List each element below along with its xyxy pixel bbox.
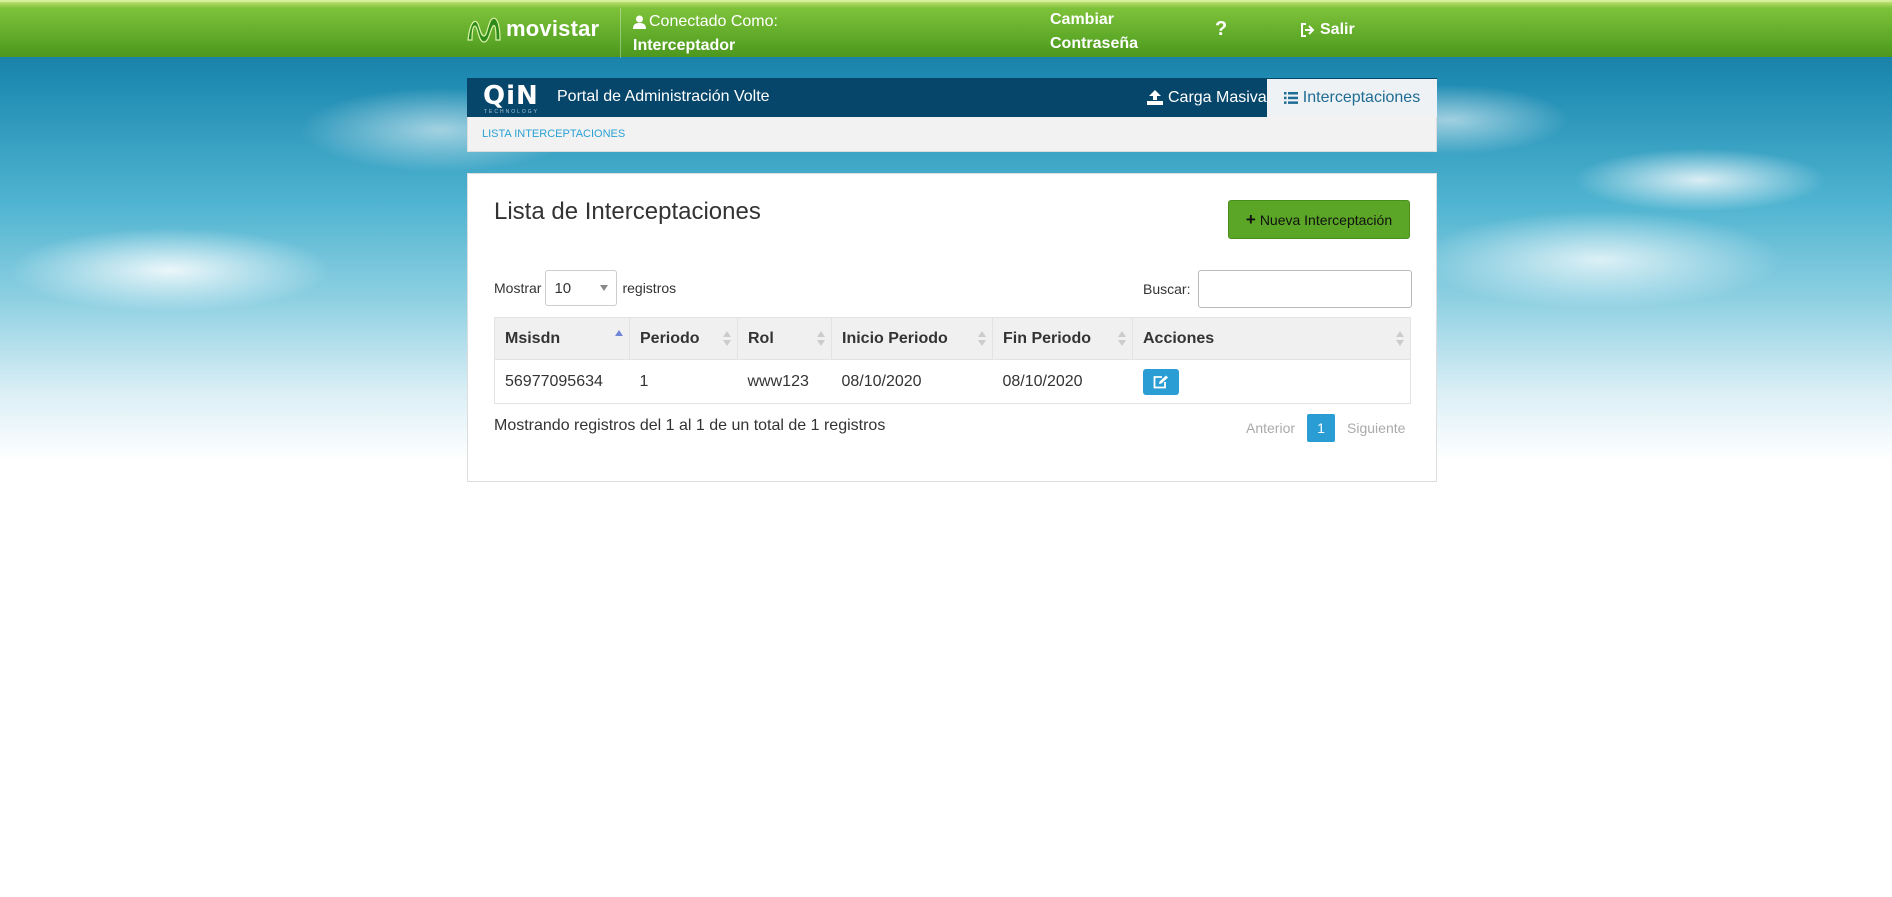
page-length-select[interactable]: 10 bbox=[545, 270, 618, 306]
header-divider bbox=[620, 8, 621, 58]
table-row: 56977095634 1 www123 08/10/2020 08/10/20… bbox=[494, 359, 1411, 404]
page-length-value: 10 bbox=[554, 279, 572, 297]
connected-label: Conectado Como: bbox=[649, 13, 778, 30]
new-interception-label: Nueva Interceptación bbox=[1259, 211, 1393, 228]
portal-title: Portal de Administración Volte bbox=[557, 88, 770, 105]
column-label: Inicio Periodo bbox=[842, 329, 948, 347]
sort-ascending-icon bbox=[615, 330, 623, 346]
sort-icon bbox=[978, 331, 986, 347]
column-header-rol[interactable]: Rol bbox=[737, 317, 832, 360]
top-bar: movistar Conectado Como: Interceptador C… bbox=[0, 0, 1892, 58]
cell-msisdn: 56977095634 bbox=[494, 359, 630, 404]
table-info: Mostrando registros del 1 al 1 de un tot… bbox=[494, 417, 886, 434]
sort-icon bbox=[817, 331, 825, 347]
search-input[interactable] bbox=[1198, 270, 1413, 308]
logout-label: Salir bbox=[1320, 21, 1355, 38]
search-label: Buscar: bbox=[1143, 281, 1191, 297]
pagination-next[interactable]: Siguiente bbox=[1339, 420, 1413, 436]
column-label: Acciones bbox=[1143, 329, 1215, 347]
table-header-row: Msisdn Periodo Rol Inicio Periodo Fin Pe… bbox=[494, 317, 1411, 360]
column-label: Msisdn bbox=[505, 329, 561, 347]
pagination: Anterior 1 Siguiente bbox=[1238, 414, 1413, 442]
brand-name: movistar bbox=[506, 16, 600, 41]
cell-rol: www123 bbox=[737, 359, 832, 404]
help-link[interactable]: ? bbox=[1215, 18, 1227, 41]
column-label: Periodo bbox=[640, 329, 700, 347]
sort-icon bbox=[1396, 331, 1404, 347]
cell-fin-periodo: 08/10/2020 bbox=[992, 359, 1133, 404]
new-interception-button[interactable]: + Nueva Interceptación bbox=[1228, 200, 1410, 239]
cell-inicio-periodo: 08/10/2020 bbox=[831, 359, 993, 404]
column-header-acciones[interactable]: Acciones bbox=[1132, 317, 1411, 360]
upload-icon bbox=[1147, 90, 1163, 105]
column-header-periodo[interactable]: Periodo bbox=[629, 317, 738, 360]
cell-acciones bbox=[1132, 359, 1411, 404]
qin-logo-word: QiN bbox=[483, 81, 539, 111]
qin-logo: QiN TECHNOLOGY bbox=[483, 83, 539, 115]
main-panel: Lista de Interceptaciones + Nueva Interc… bbox=[467, 173, 1437, 482]
sort-icon bbox=[723, 331, 731, 347]
nav-interceptaciones[interactable]: Interceptaciones bbox=[1267, 78, 1437, 117]
nav-carga-masiva-label: Carga Masiva bbox=[1168, 88, 1267, 106]
change-password-link[interactable]: Cambiar Contraseña bbox=[1050, 8, 1138, 56]
movistar-m-icon bbox=[467, 17, 501, 43]
page-title: Lista de Interceptaciones bbox=[494, 198, 761, 225]
list-icon bbox=[1283, 92, 1298, 104]
breadcrumb: LISTA INTERCEPTACIONES bbox=[467, 117, 1437, 152]
column-label: Fin Periodo bbox=[1003, 329, 1091, 347]
edit-button[interactable] bbox=[1142, 368, 1179, 395]
length-prefix: Mostrar bbox=[494, 280, 542, 296]
page-length-control: Mostrar 10 registros bbox=[494, 270, 676, 306]
pagination-previous[interactable]: Anterior bbox=[1238, 420, 1303, 436]
username: Interceptador bbox=[633, 37, 736, 54]
pagination-page-current[interactable]: 1 bbox=[1307, 414, 1336, 442]
sign-out-icon bbox=[1301, 23, 1315, 37]
breadcrumb-current[interactable]: LISTA INTERCEPTACIONES bbox=[482, 128, 625, 140]
nav-carga-masiva[interactable]: Carga Masiva bbox=[1131, 78, 1283, 117]
cell-periodo: 1 bbox=[629, 359, 738, 404]
user-icon bbox=[633, 15, 646, 29]
movistar-logo: movistar bbox=[466, 14, 599, 44]
search-control: Buscar: bbox=[1143, 270, 1413, 308]
column-header-msisdn[interactable]: Msisdn bbox=[494, 317, 630, 360]
qin-logo-sub: TECHNOLOGY bbox=[484, 109, 540, 115]
connected-as: Conectado Como: Interceptador bbox=[633, 10, 778, 58]
column-label: Rol bbox=[748, 329, 774, 347]
interceptions-table: Msisdn Periodo Rol Inicio Periodo Fin Pe… bbox=[494, 317, 1411, 404]
logout-link[interactable]: Salir bbox=[1300, 21, 1355, 39]
change-password-line2: Contraseña bbox=[1050, 35, 1139, 52]
column-header-inicio-periodo[interactable]: Inicio Periodo bbox=[831, 317, 993, 360]
sort-icon bbox=[1118, 331, 1126, 347]
chevron-down-icon bbox=[600, 285, 609, 291]
change-password-line1: Cambiar bbox=[1050, 11, 1115, 28]
column-header-fin-periodo[interactable]: Fin Periodo bbox=[992, 317, 1133, 360]
length-suffix: registros bbox=[622, 280, 677, 296]
edit-icon bbox=[1153, 375, 1168, 388]
app-navbar: QiN TECHNOLOGY Portal de Administración … bbox=[467, 78, 1437, 117]
nav-interceptaciones-label: Interceptaciones bbox=[1302, 89, 1421, 106]
plus-icon: + bbox=[1245, 209, 1256, 229]
